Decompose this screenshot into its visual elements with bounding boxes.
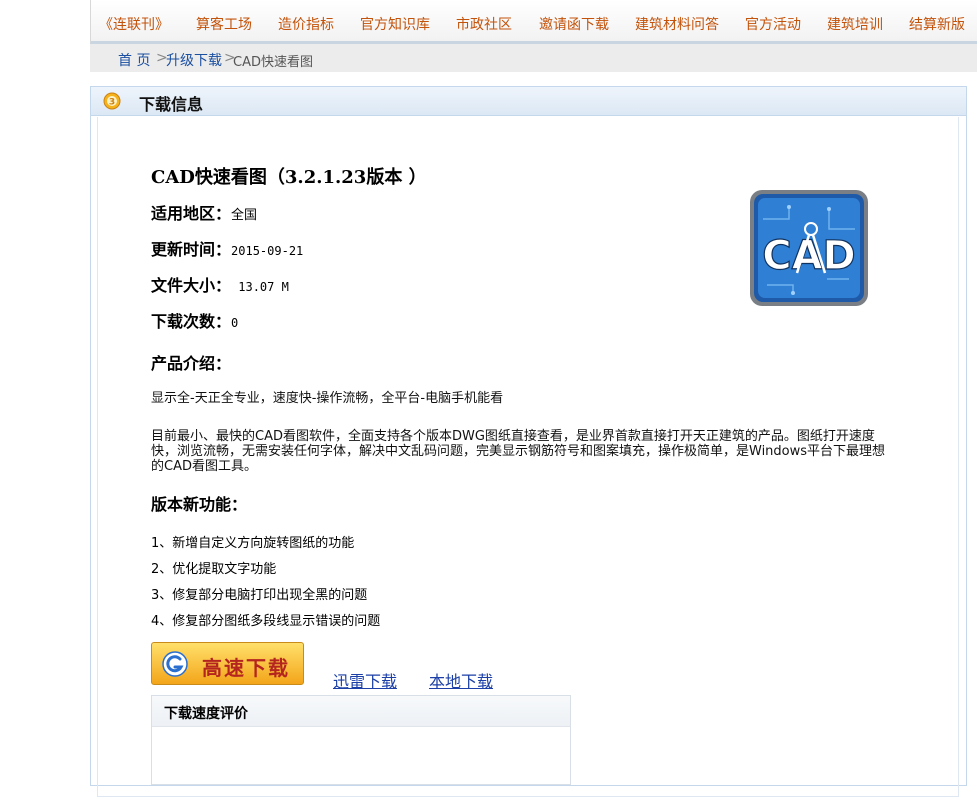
intro-description: 目前最小、最快的CAD看图软件，全面支持各个版本DWG图纸直接查看，是业界首款直… [151, 429, 886, 474]
region-label: 适用地区： [151, 204, 232, 223]
nav-item-settlement[interactable]: 结算新版 [909, 14, 965, 34]
feature-item: 2、优化提取文字功能 [151, 562, 277, 577]
field-size: 文件大小： 13.07 M [151, 272, 289, 296]
breadcrumb: 首 页 > 升级下载 > CAD快速看图 [90, 44, 977, 72]
features-heading: 版本新功能： [151, 495, 248, 514]
svg-text:3: 3 [109, 98, 115, 108]
nav-item-training[interactable]: 建筑培训 [827, 14, 883, 34]
product-title: CAD快速看图（3.2.1.23版本 ） [151, 167, 427, 188]
field-region: 适用地区：全国 [151, 200, 257, 224]
nav-item-municipal[interactable]: 市政社区 [456, 14, 512, 34]
rating-header: 下载速度评价 [152, 696, 570, 727]
xunlei-download-link[interactable]: 迅雷下载 [333, 668, 397, 692]
panel-header: 3 下载信息 [91, 87, 966, 116]
info-badge-icon: 3 [103, 92, 121, 110]
nav-item-price-index[interactable]: 造价指标 [278, 14, 334, 34]
nav-item-suanke[interactable]: 算客工场 [196, 14, 252, 34]
updated-value: 2015-09-21 [231, 244, 304, 258]
downloads-label: 下载次数： [151, 312, 232, 331]
size-value: 13.07 M [231, 280, 289, 294]
size-label: 文件大小： [151, 276, 232, 295]
panel-title: 下载信息 [139, 95, 204, 114]
download-g-icon [162, 651, 188, 677]
region-value: 全国 [231, 208, 258, 223]
nav-item-events[interactable]: 官方活动 [745, 14, 801, 34]
fast-download-button[interactable]: 高速下载 [151, 642, 304, 685]
rating-title: 下载速度评价 [164, 706, 248, 722]
breadcrumb-section[interactable]: 升级下载 [166, 50, 222, 70]
feature-item: 4、修复部分图纸多段线显示错误的问题 [151, 614, 381, 629]
updated-label: 更新时间： [151, 240, 232, 259]
cad-app-logo: CAD [750, 190, 868, 306]
fast-download-label: 高速下载 [202, 656, 290, 680]
breadcrumb-home[interactable]: 首 页 [118, 50, 150, 70]
feature-item: 3、修复部分电脑打印出现全黑的问题 [151, 588, 368, 603]
nav-item-lianlian[interactable]: 《连联刊》 [99, 14, 169, 34]
intro-tagline: 显示全-天正全专业，速度快-操作流畅，全平台-电脑手机能看 [151, 391, 504, 406]
nav-item-knowledge[interactable]: 官方知识库 [360, 14, 430, 34]
nav-item-invitation[interactable]: 邀请函下载 [539, 14, 609, 34]
intro-heading: 产品介绍： [151, 354, 232, 373]
downloads-value: 0 [231, 316, 239, 330]
local-download-link[interactable]: 本地下载 [429, 668, 493, 692]
nav-item-materials-qa[interactable]: 建筑材料问答 [635, 14, 719, 34]
breadcrumb-current: CAD快速看图 [233, 55, 313, 70]
field-updated: 更新时间：2015-09-21 [151, 236, 303, 260]
cad-logo-text: CAD [762, 233, 856, 279]
top-nav: 《连联刊》 算客工场 造价指标 官方知识库 市政社区 邀请函下载 建筑材料问答 … [90, 0, 977, 44]
feature-item: 1、新增自定义方向旋转图纸的功能 [151, 536, 355, 551]
field-downloads: 下载次数：0 [151, 308, 238, 332]
